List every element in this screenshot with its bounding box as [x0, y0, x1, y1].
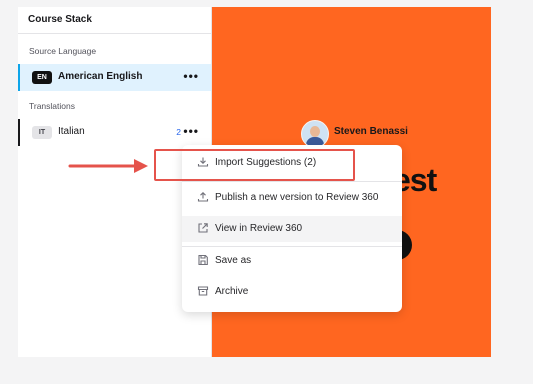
annotation-highlight-box	[154, 149, 355, 181]
menu-item-save-as[interactable]: Save as	[182, 248, 402, 274]
menu-item-archive[interactable]: Archive	[182, 279, 402, 305]
save-icon	[198, 254, 208, 266]
presenter-name: Steven Benassi	[334, 126, 408, 137]
menu-item-label: Archive	[215, 286, 249, 297]
translations-label: Translations	[29, 101, 75, 111]
presenter-avatar	[301, 120, 329, 148]
language-name: American English	[58, 71, 143, 82]
annotation-arrow-icon	[68, 159, 148, 173]
more-options-button[interactable]: •••	[183, 69, 199, 83]
more-options-button[interactable]: •••	[183, 124, 199, 138]
external-link-icon	[198, 223, 208, 233]
panel-header: Course Stack	[18, 7, 211, 34]
language-code-badge: EN	[32, 71, 52, 84]
menu-item-label: Publish a new version to Review 360	[215, 192, 379, 203]
archive-icon	[197, 286, 209, 296]
translation-row-italian[interactable]: IT Italian 2 •••	[18, 119, 211, 146]
language-name: Italian	[58, 126, 85, 137]
menu-item-label: View in Review 360	[215, 223, 303, 234]
menu-item-label: Save as	[215, 255, 252, 266]
menu-divider	[182, 246, 402, 247]
source-language-label: Source Language	[29, 46, 97, 56]
language-code-badge: IT	[32, 126, 52, 139]
menu-divider	[182, 181, 402, 182]
menu-item-publish-new-version[interactable]: Publish a new version to Review 360	[182, 185, 402, 211]
upload-icon	[197, 192, 209, 202]
app-window: Course Stack Source Language EN American…	[0, 0, 533, 384]
suggestion-count-badge: 2	[176, 127, 181, 137]
source-language-row[interactable]: EN American English •••	[18, 64, 211, 91]
menu-item-view-in-review[interactable]: View in Review 360	[182, 216, 402, 242]
panel-title: Course Stack	[28, 14, 92, 25]
